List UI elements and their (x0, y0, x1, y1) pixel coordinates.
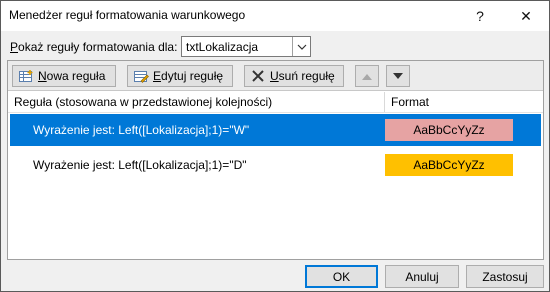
show-rules-label-accel: P (10, 40, 19, 54)
new-rule-accel: N (38, 69, 47, 83)
edit-rule-icon (133, 68, 149, 84)
close-icon: ✕ (520, 7, 532, 24)
new-rule-label: owa reguła (46, 69, 106, 83)
help-icon: ? (476, 8, 484, 24)
rules-toolbar: Nowa reguła Edytuj regułę U suń regułę (8, 61, 543, 91)
rule-row[interactable]: Wyrażenie jest: Left([Lokalizacja];1)="D… (10, 149, 541, 181)
delete-rule-accel: U (270, 69, 279, 83)
new-rule-button[interactable]: Nowa reguła (12, 65, 116, 87)
title-bar: Menedżer reguł formatowania warunkowego … (1, 1, 549, 31)
show-rules-label: Pokaż reguły formatowania dla: (10, 40, 177, 54)
move-up-button[interactable] (355, 65, 379, 87)
ok-button[interactable]: OK (305, 265, 378, 288)
new-rule-icon (18, 68, 34, 84)
edit-rule-button[interactable]: Edytuj regułę (127, 65, 233, 87)
delete-rule-button[interactable]: Usuń regułę (244, 65, 344, 87)
edit-rule-accel: E (153, 69, 162, 83)
help-button[interactable]: ? (457, 1, 503, 31)
window-title: Menedżer reguł formatowania warunkowego (9, 8, 246, 22)
edit-rule-label: dytuj regułę (161, 69, 224, 83)
column-header-format[interactable]: Format (386, 92, 543, 112)
arrow-up-icon (362, 73, 372, 80)
close-button[interactable]: ✕ (503, 1, 549, 31)
chevron-down-icon[interactable] (292, 37, 310, 56)
arrow-down-icon (393, 72, 403, 79)
cancel-button[interactable]: Anuluj (385, 265, 459, 288)
conditional-formatting-dialog: Menedżer reguł formatowania warunkowego … (0, 0, 550, 292)
format-preview: AaBbCcYyZz (385, 154, 513, 176)
delete-x-icon (250, 68, 266, 84)
format-preview: AaBbCcYyZz (385, 119, 513, 141)
show-rules-combobox[interactable]: txtLokalizacja (181, 36, 311, 57)
show-rules-value: txtLokalizacja (186, 40, 259, 54)
rule-description: Wyrażenie jest: Left([Lokalizacja];1)="D… (33, 158, 247, 172)
column-header-rule[interactable]: Reguła (stosowana w przedstawionej kolej… (8, 92, 385, 112)
rule-description: Wyrażenie jest: Left([Lokalizacja];1)="W… (33, 123, 250, 137)
show-rules-label-text: okaż reguły formatowania dla: (18, 40, 178, 54)
move-down-button[interactable] (386, 65, 410, 87)
delete-rule-label: suń regułę (278, 69, 335, 83)
rules-panel: Nowa reguła Edytuj regułę U suń regułę R… (7, 60, 544, 260)
rule-row[interactable]: Wyrażenie jest: Left([Lokalizacja];1)="W… (10, 114, 541, 146)
apply-button[interactable]: Zastosuj (466, 265, 544, 288)
header-divider (8, 112, 543, 113)
